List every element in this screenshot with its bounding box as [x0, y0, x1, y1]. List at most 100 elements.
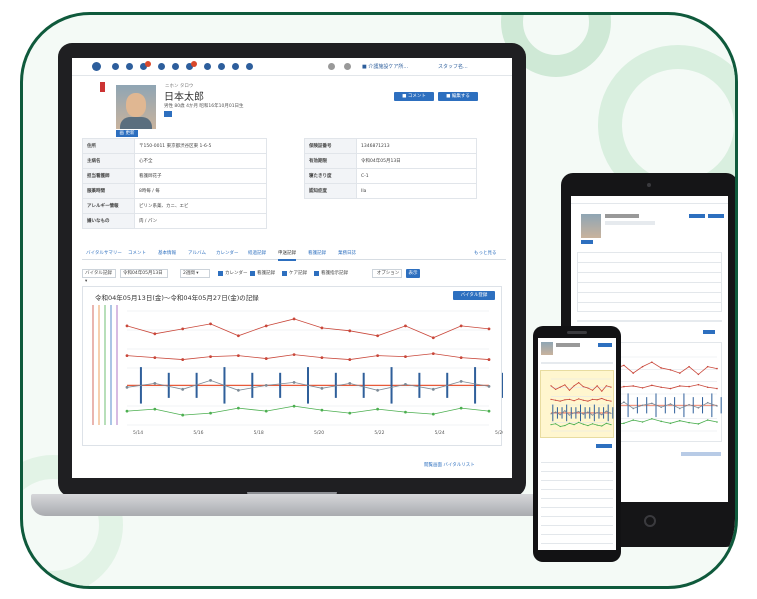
data-point[interactable]: [559, 425, 561, 428]
data-point[interactable]: [559, 400, 561, 402]
data-point[interactable]: [587, 424, 589, 427]
data-point[interactable]: [591, 423, 594, 425]
data-point[interactable]: [153, 381, 157, 385]
data-point[interactable]: [596, 424, 598, 426]
checkbox-nursing[interactable]: [250, 271, 255, 276]
data-point[interactable]: [706, 365, 709, 368]
data-point[interactable]: [641, 421, 644, 423]
data-point[interactable]: [678, 385, 681, 387]
home-button[interactable]: [644, 515, 656, 527]
data-point[interactable]: [550, 385, 552, 387]
data-point[interactable]: [431, 412, 435, 416]
nav-icon-list[interactable]: [172, 63, 179, 70]
tab-daily-report[interactable]: 業務日誌: [338, 250, 356, 256]
data-point[interactable]: [348, 381, 352, 385]
tab-album[interactable]: アルバム: [188, 250, 206, 256]
data-point[interactable]: [651, 402, 653, 405]
data-point[interactable]: [578, 421, 580, 424]
tab-comment[interactable]: コメント: [128, 250, 146, 256]
data-point[interactable]: [320, 408, 324, 412]
nav-icon-user[interactable]: [126, 63, 133, 70]
data-point[interactable]: [641, 365, 644, 368]
data-point[interactable]: [550, 413, 552, 415]
comment-button[interactable]: [598, 343, 612, 347]
data-point[interactable]: [550, 398, 552, 400]
data-point[interactable]: [181, 413, 185, 417]
staff-menu[interactable]: スタッフ名...: [438, 63, 468, 70]
data-point[interactable]: [487, 327, 491, 331]
data-point[interactable]: [264, 383, 268, 387]
data-point[interactable]: [487, 409, 491, 413]
data-point[interactable]: [292, 317, 296, 321]
data-point[interactable]: [641, 404, 644, 407]
data-point[interactable]: [555, 423, 557, 425]
data-point[interactable]: [459, 379, 463, 383]
data-point[interactable]: [320, 356, 324, 359]
data-point[interactable]: [578, 398, 580, 400]
data-point[interactable]: [568, 414, 571, 416]
data-point[interactable]: [669, 387, 672, 390]
data-point[interactable]: [181, 358, 185, 361]
data-point[interactable]: [651, 417, 653, 420]
data-point[interactable]: [550, 424, 552, 426]
data-point[interactable]: [716, 405, 718, 407]
data-point[interactable]: [669, 403, 672, 405]
data-point[interactable]: [559, 386, 561, 388]
data-point[interactable]: [153, 356, 157, 359]
search-icon[interactable]: [328, 63, 335, 70]
data-point[interactable]: [610, 412, 612, 414]
data-point[interactable]: [716, 421, 718, 423]
data-point[interactable]: [596, 385, 598, 387]
data-point[interactable]: [632, 419, 635, 421]
data-point[interactable]: [678, 407, 681, 410]
tab-progress[interactable]: 経過記録: [248, 250, 266, 256]
data-point[interactable]: [404, 355, 407, 358]
checkbox-calendar[interactable]: [218, 271, 223, 276]
data-point[interactable]: [641, 387, 644, 389]
data-point[interactable]: [596, 411, 598, 414]
data-point[interactable]: [688, 365, 690, 368]
data-point[interactable]: [431, 387, 435, 391]
data-point[interactable]: [697, 373, 700, 376]
data-point[interactable]: [623, 401, 625, 403]
data-point[interactable]: [264, 409, 268, 413]
data-point[interactable]: [660, 420, 662, 423]
data-point[interactable]: [487, 384, 491, 388]
data-point[interactable]: [601, 390, 603, 392]
data-point[interactable]: [459, 356, 463, 359]
data-point[interactable]: [568, 389, 571, 391]
data-point[interactable]: [376, 407, 380, 411]
data-point[interactable]: [404, 410, 407, 414]
data-point[interactable]: [264, 324, 268, 328]
data-point[interactable]: [564, 384, 566, 386]
option-button[interactable]: オプション: [372, 269, 402, 278]
data-point[interactable]: [209, 322, 212, 326]
record-type-select[interactable]: バイタル記録 ▾: [82, 269, 116, 284]
data-point[interactable]: [605, 410, 607, 412]
data-point[interactable]: [459, 406, 463, 410]
nav-icon-calendar[interactable]: [158, 63, 165, 70]
data-point[interactable]: [660, 386, 662, 389]
data-point[interactable]: [209, 355, 212, 358]
checkbox-instruction[interactable]: [314, 271, 319, 276]
data-point[interactable]: [632, 372, 635, 374]
data-point[interactable]: [716, 387, 718, 390]
data-point[interactable]: [459, 324, 463, 328]
tab-calendar[interactable]: カレンダー: [216, 250, 239, 256]
checkbox-care[interactable]: [282, 271, 287, 276]
data-point[interactable]: [688, 385, 690, 388]
data-point[interactable]: [348, 411, 352, 415]
facility-menu[interactable]: ■ 介護施設ケア所...: [362, 63, 408, 70]
data-point[interactable]: [582, 423, 584, 425]
data-point[interactable]: [582, 413, 584, 415]
data-point[interactable]: [669, 422, 672, 425]
data-point[interactable]: [573, 412, 575, 414]
data-point[interactable]: [376, 354, 380, 358]
tab-handover[interactable]: 申送記録: [278, 250, 296, 261]
data-point[interactable]: [236, 388, 240, 392]
data-point[interactable]: [236, 334, 240, 338]
data-point[interactable]: [601, 397, 603, 400]
data-point[interactable]: [568, 422, 571, 424]
data-point[interactable]: [601, 414, 603, 416]
data-point[interactable]: [573, 385, 575, 387]
